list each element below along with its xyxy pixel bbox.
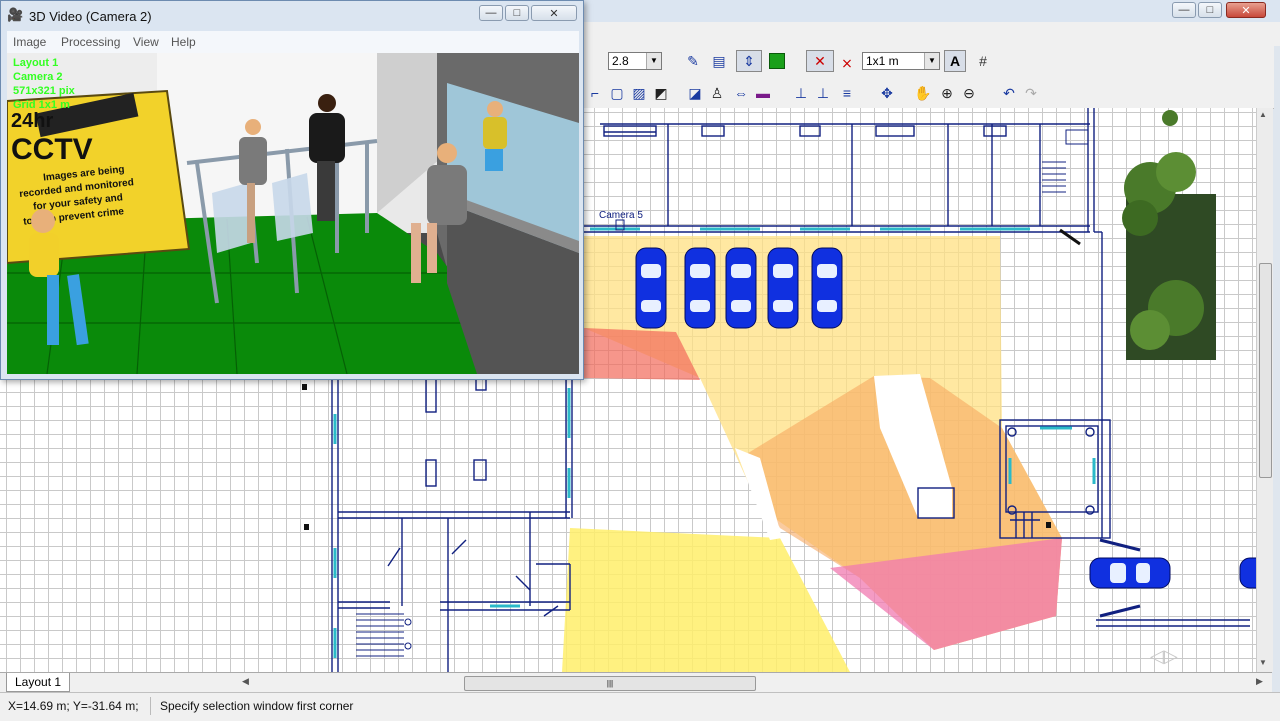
vertical-scroll-thumb[interactable]	[1259, 263, 1272, 478]
zoom-in-icon[interactable]: ⊕	[936, 82, 958, 104]
coverage-zone-yellow	[562, 528, 850, 672]
toolbar: 2.8 ▼ ✎ ▤ ⇕ ✕ ⨯ 1x1 m ▼ A # ⌐ ▢ ▨ ◩ ◪ ♙ …	[584, 46, 1274, 109]
horizontal-scroll-thumb[interactable]: |||	[464, 676, 756, 691]
redo-icon[interactable]: ↷	[1020, 82, 1042, 104]
select-icon[interactable]: ⌐	[584, 82, 606, 104]
camera-5-label: Camera 5	[599, 210, 643, 221]
text-toggle-icon[interactable]: A	[944, 50, 966, 72]
overlay-resolution: 571x321 pix	[13, 85, 75, 97]
move-icon[interactable]: ✥	[876, 82, 898, 104]
layout-tabbar: Layout 1 ◀ ||| ▶	[0, 672, 1272, 693]
line-delete-icon[interactable]: ⨯	[836, 52, 858, 74]
sign-cctv: CCTV	[11, 133, 93, 166]
scroll-left-icon[interactable]: ◀	[242, 676, 249, 687]
chevron-down-icon[interactable]: ▼	[924, 53, 939, 69]
trees	[1122, 110, 1216, 360]
camera-marker-3	[1046, 522, 1051, 528]
tab-layout-1[interactable]: Layout 1	[6, 673, 71, 692]
status-divider	[150, 697, 151, 715]
camera-delete-icon[interactable]: ✕	[806, 50, 834, 72]
camera-icon: 🎥	[7, 7, 24, 22]
barrier-2	[1099, 604, 1141, 618]
tag-icon[interactable]: ◪	[684, 82, 706, 104]
sign-24hr: 24hr	[11, 110, 53, 132]
stairs-bottom-left	[356, 613, 412, 657]
overlay-grid: Grid 1x1 m	[13, 99, 70, 111]
scroll-right-icon[interactable]: ▶	[1256, 676, 1263, 687]
layers-icon[interactable]: ▤	[708, 50, 730, 72]
vertical-scrollbar[interactable]: ▲ ▼	[1256, 108, 1273, 672]
menubar-area	[584, 22, 1280, 46]
scale-combo[interactable]: 2.8 ▼	[608, 52, 662, 70]
watermark-arrows: ◁▷	[1150, 646, 1178, 666]
line-style-icon[interactable]: ▬	[752, 82, 774, 104]
hatch-icon[interactable]: ▨	[628, 82, 650, 104]
scroll-up-icon[interactable]: ▲	[1259, 110, 1267, 119]
stairs-top-right	[1042, 129, 1089, 193]
video-maximize-button[interactable]: □	[505, 5, 529, 21]
scroll-down-icon[interactable]: ▼	[1259, 658, 1267, 667]
video-window[interactable]: 🎥 3D Video (Camera 2) — □ ✕ Image Proces…	[0, 0, 584, 380]
3d-scene: 24hr CCTV Images are being recorded and …	[7, 53, 579, 374]
align-center-icon[interactable]: ⊥	[812, 82, 834, 104]
menu-help[interactable]: Help	[171, 35, 196, 49]
undo-icon[interactable]: ↶	[998, 82, 1020, 104]
grid-size-combo[interactable]: 1x1 m ▼	[862, 52, 940, 70]
close-button[interactable]: ✕	[1226, 2, 1266, 18]
align-left-icon[interactable]: ⊥	[790, 82, 812, 104]
zoom-out-icon[interactable]: ⊖	[958, 82, 980, 104]
grid-size-value: 1x1 m	[866, 54, 899, 68]
windows-bottom-left	[333, 388, 571, 658]
grid-toggle-icon[interactable]: #	[972, 50, 994, 72]
menu-processing[interactable]: Processing	[61, 35, 120, 49]
3d-object-icon[interactable]: ◩	[650, 82, 672, 104]
video-minimize-button[interactable]: —	[479, 5, 503, 21]
maximize-button[interactable]: □	[1198, 2, 1222, 18]
rectangle-icon[interactable]: ▢	[606, 82, 628, 104]
menu-view[interactable]: View	[133, 35, 159, 49]
measure-icon[interactable]: ⇔	[730, 82, 752, 104]
scale-value: 2.8	[612, 54, 629, 68]
menu-image[interactable]: Image	[13, 35, 46, 49]
3d-video-view[interactable]: 24hr CCTV Images are being recorded and …	[7, 53, 579, 374]
camera-marker-2	[302, 384, 307, 390]
3d-toggle-icon[interactable]: ⇕	[736, 50, 762, 72]
chevron-down-icon[interactable]: ▼	[646, 53, 661, 69]
video-close-button[interactable]: ✕	[531, 5, 577, 21]
pen-color-icon[interactable]: ✎	[682, 50, 704, 72]
status-bar: X=14.69 m; Y=-31.64 m; Specify selection…	[0, 692, 1280, 721]
camera-marker-1	[304, 524, 309, 530]
person-icon[interactable]: ♙	[706, 82, 728, 104]
pan-hand-icon[interactable]: ✋	[912, 82, 934, 104]
walls-bottom-left	[331, 377, 573, 672]
distribute-icon[interactable]: ≡	[836, 82, 858, 104]
overlay-layout: Layout 1	[13, 57, 59, 69]
overlay-camera: Camera 2	[13, 71, 63, 83]
green-square-icon[interactable]	[766, 50, 788, 72]
video-window-title: 3D Video (Camera 2)	[29, 9, 152, 24]
coordinates-readout: X=14.69 m; Y=-31.64 m;	[8, 699, 139, 713]
video-menubar: Image Processing View Help	[7, 31, 579, 53]
status-message: Specify selection window first corner	[160, 699, 354, 713]
minimize-button[interactable]: —	[1172, 2, 1196, 18]
barrier-1	[1099, 538, 1141, 552]
